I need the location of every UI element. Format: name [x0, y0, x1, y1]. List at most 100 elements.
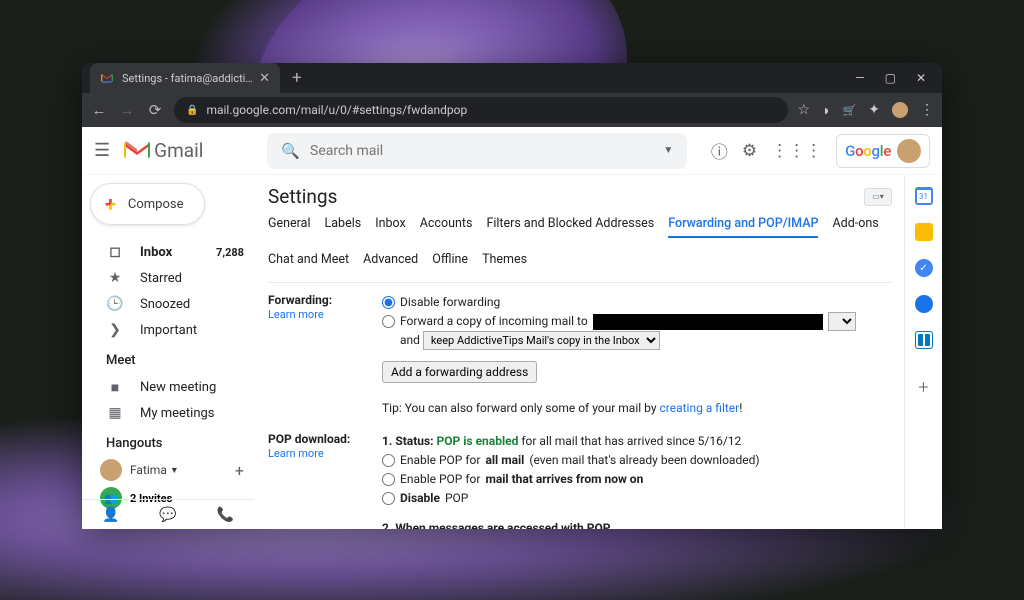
gmail-m-icon	[124, 141, 150, 161]
forwarding-section: Forwarding: Learn more Disable forwardin…	[268, 293, 892, 418]
opt-disable-forwarding[interactable]: Disable forwarding	[382, 293, 892, 312]
nav-new-meeting[interactable]: ■New meeting	[90, 374, 254, 400]
forwarding-learn-more[interactable]: Learn more	[268, 308, 324, 321]
chrome-menu-icon[interactable]: ⋮	[920, 102, 934, 118]
chrome-window: Settings - fatima@addictivetips.c ✕ + — …	[82, 63, 942, 529]
input-tool-selector[interactable]: ▭▾	[864, 188, 892, 206]
tab-inbox[interactable]: Inbox	[375, 216, 406, 238]
hangouts-header: Hangouts	[90, 426, 254, 457]
nav-starred[interactable]: ★Starred	[90, 265, 254, 291]
support-icon[interactable]: ⓘ	[711, 138, 728, 163]
tasks-addon-icon[interactable]	[915, 259, 933, 277]
reload-button[interactable]: ⟳	[146, 101, 164, 119]
search-bar[interactable]: 🔍 ▼	[267, 133, 687, 169]
tab-addons[interactable]: Add-ons	[832, 216, 878, 238]
search-options-icon[interactable]: ▼	[663, 145, 673, 156]
get-addons-icon[interactable]: +	[918, 377, 928, 398]
gmail-brand-text: Gmail	[154, 139, 203, 162]
bookmark-icon[interactable]: ☆	[798, 102, 811, 118]
account-avatar	[897, 139, 921, 163]
pop-status: POP is enabled	[437, 434, 519, 448]
forwarding-tip: Tip: You can also forward only some of y…	[382, 399, 892, 418]
settings-gear-icon[interactable]: ⚙	[742, 141, 757, 161]
nav-my-meetings[interactable]: ▦My meetings	[90, 400, 254, 426]
opt-enable-forwarding[interactable]: Forward a copy of incoming mail to	[382, 312, 892, 331]
back-button[interactable]: ←	[90, 101, 108, 119]
extensions-puzzle-icon[interactable]: ✦	[868, 102, 880, 118]
pop-label: POP download:	[268, 432, 350, 446]
minimize-button[interactable]: —	[855, 71, 864, 85]
lock-icon: 🔒	[186, 105, 198, 116]
tab-advanced[interactable]: Advanced	[363, 252, 418, 272]
contacts-addon-icon[interactable]	[915, 295, 933, 313]
gmail-header: ☰ Gmail 🔍 ▼ ⓘ ⚙ ⋮⋮⋮	[82, 127, 942, 175]
google-wordmark: Google	[845, 142, 891, 160]
main-menu-icon[interactable]: ☰	[94, 140, 110, 161]
gmail-favicon	[100, 71, 114, 85]
compose-plus-icon: +	[105, 194, 116, 214]
calendar-icon: ▦	[106, 405, 124, 421]
extension-icon-1[interactable]: ◗	[822, 102, 830, 119]
window-controls: — ▢ ✕	[855, 71, 942, 85]
meet-header: Meet	[90, 343, 254, 374]
forwarding-label: Forwarding:	[268, 293, 332, 307]
hangouts-avatar	[100, 459, 122, 481]
settings-title: Settings	[268, 185, 337, 208]
tab-labels[interactable]: Labels	[325, 216, 362, 238]
pop-q2: 2. When messages are accessed with POP	[382, 521, 610, 530]
tab-chat[interactable]: Chat and Meet	[268, 252, 349, 272]
footer-hangouts-icon[interactable]: 💬	[139, 507, 196, 523]
tab-general[interactable]: General	[268, 216, 311, 238]
gmail-logo[interactable]: Gmail	[124, 139, 203, 162]
url-field[interactable]: 🔒 mail.google.com/mail/u/0/#settings/fwd…	[174, 97, 788, 123]
close-button[interactable]: ✕	[916, 71, 926, 85]
nav-snoozed[interactable]: 🕒Snoozed	[90, 291, 254, 317]
tab-close-icon[interactable]: ✕	[259, 71, 270, 86]
google-account-chip[interactable]: Google	[836, 134, 930, 168]
settings-tabs: General Labels Inbox Accounts Filters an…	[268, 216, 892, 272]
trello-addon-icon[interactable]	[915, 331, 933, 349]
maximize-button[interactable]: ▢	[885, 71, 896, 85]
nav-important[interactable]: ❯Important	[90, 317, 254, 343]
footer-contacts-icon[interactable]: 👤	[82, 507, 139, 523]
create-filter-link[interactable]: creating a filter	[659, 401, 739, 415]
tab-themes[interactable]: Themes	[482, 252, 527, 272]
profile-avatar-toolbar[interactable]	[892, 102, 908, 118]
apps-grid-icon[interactable]: ⋮⋮⋮	[771, 141, 822, 161]
new-tab-button[interactable]: +	[292, 68, 302, 88]
nav-inbox[interactable]: ◻Inbox7,288	[90, 239, 254, 265]
keep-addon-icon[interactable]	[915, 223, 933, 241]
star-icon: ★	[106, 270, 124, 286]
address-bar: ← → ⟳ 🔒 mail.google.com/mail/u/0/#settin…	[82, 93, 942, 127]
search-input[interactable]	[310, 143, 663, 159]
toolbar-icons: ☆ ◗ 🛒 ✦ ⋮	[798, 102, 934, 119]
extension-icon-2[interactable]: 🛒	[843, 104, 857, 117]
search-icon: 🔍	[281, 142, 300, 160]
add-forwarding-address-button[interactable]: Add a forwarding address	[382, 361, 537, 383]
side-panel: +	[904, 175, 942, 529]
tab-filters[interactable]: Filters and Blocked Addresses	[486, 216, 654, 238]
forwarding-keep-select[interactable]: keep AddictiveTips Mail's copy in the In…	[423, 331, 660, 350]
forward-button[interactable]: →	[118, 101, 136, 119]
opt-pop-all[interactable]: Enable POP for all mail (even mail that'…	[382, 451, 892, 470]
url-text: mail.google.com/mail/u/0/#settings/fwdan…	[206, 103, 467, 117]
hangouts-add-icon[interactable]: +	[235, 461, 244, 480]
calendar-addon-icon[interactable]	[915, 187, 933, 205]
browser-tab[interactable]: Settings - fatima@addictivetips.c ✕	[90, 63, 280, 93]
sidebar-footer: 👤 💬 📞	[82, 499, 254, 529]
settings-main: Settings ▭▾ General Labels Inbox Account…	[254, 175, 904, 529]
tab-accounts[interactable]: Accounts	[420, 216, 473, 238]
hangouts-user-row[interactable]: Fatima ▼ +	[90, 457, 254, 483]
compose-button[interactable]: + Compose	[90, 183, 205, 225]
pop-section: POP download: Learn more 1. Status: POP …	[268, 432, 892, 529]
clock-icon: 🕒	[106, 296, 124, 312]
tab-forwarding[interactable]: Forwarding and POP/IMAP	[668, 216, 818, 238]
forwarding-address-select[interactable]	[828, 312, 856, 331]
opt-pop-disable[interactable]: Disable POP	[382, 489, 892, 508]
tab-offline[interactable]: Offline	[432, 252, 468, 272]
footer-phone-icon[interactable]: 📞	[197, 507, 254, 523]
gmail-page: ☰ Gmail 🔍 ▼ ⓘ ⚙ ⋮⋮⋮	[82, 127, 942, 529]
pop-learn-more[interactable]: Learn more	[268, 447, 324, 460]
compose-label: Compose	[128, 197, 184, 212]
opt-pop-now[interactable]: Enable POP for mail that arrives from no…	[382, 470, 892, 489]
